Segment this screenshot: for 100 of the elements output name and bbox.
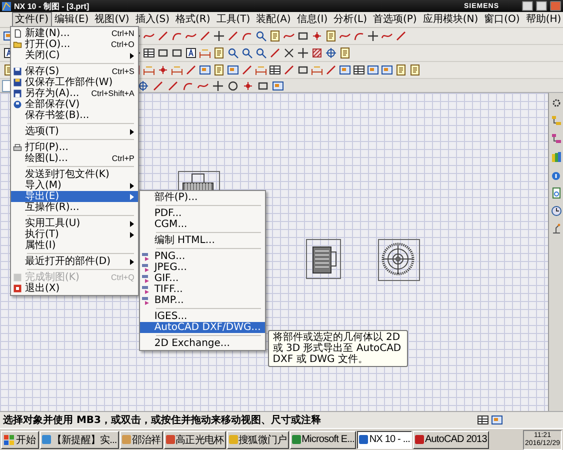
menu-item[interactable]: 保存(S) Ctrl+S [11,66,138,77]
menu-item[interactable]: 窗口(O) [481,12,523,27]
taskbar-button[interactable]: 邵治祥 [120,430,163,448]
document-icon[interactable] [550,187,562,199]
table-icon[interactable] [143,47,155,59]
menu-item[interactable]: PNG... [140,251,265,262]
view-icon[interactable] [227,64,239,76]
table-icon[interactable] [269,64,281,76]
view-icon[interactable] [381,64,393,76]
clock-icon[interactable] [550,205,562,217]
dimension-icon[interactable] [255,64,267,76]
menu-item[interactable]: AutoCAD DXF/DWG... [140,322,265,333]
menu-item[interactable]: 打印(P)... [11,142,138,153]
menu-item[interactable]: 装配(A) [253,12,294,27]
dimension-icon[interactable] [171,64,183,76]
cross-icon[interactable] [283,47,295,59]
menu-item[interactable]: BMP... [140,295,265,306]
plus-icon[interactable] [297,47,309,59]
note-icon[interactable] [213,64,225,76]
rectangle-icon[interactable] [171,47,183,59]
note-icon[interactable] [395,64,407,76]
view-icon[interactable] [199,64,211,76]
menu-item[interactable]: 信息(I) [294,12,331,27]
line-icon[interactable] [241,64,253,76]
arc-icon[interactable] [353,30,365,42]
crosshair-icon[interactable] [325,47,337,59]
point-icon[interactable] [157,64,169,76]
point-icon[interactable] [242,80,254,92]
note-icon[interactable] [213,47,225,59]
restore-button[interactable] [536,1,547,11]
hatch-icon[interactable] [311,47,323,59]
magnifier-icon[interactable] [255,30,267,42]
menu-item[interactable]: 2D Exchange... [140,338,265,349]
tree-icon[interactable] [550,133,562,145]
menu-item[interactable]: 绘图(L)... Ctrl+P [11,153,138,164]
view-icon[interactable] [272,80,284,92]
taskbar-button[interactable]: 搜狐微门户 [226,430,289,448]
line-icon[interactable] [185,64,197,76]
crosshair-icon[interactable] [137,80,149,92]
taskbar-button[interactable]: Microsoft E... [290,430,356,448]
menu-item[interactable]: 插入(S) [132,12,172,27]
view-icon[interactable] [367,64,379,76]
magnifier-icon[interactable] [255,47,267,59]
menu-item[interactable]: 新建(N)... Ctrl+N [11,28,138,39]
minimize-button[interactable] [522,1,533,11]
menu-item[interactable]: 文件(F) [12,12,52,27]
menu-item[interactable]: 编制 HTML... [140,235,265,246]
taskbar-button[interactable]: AutoCAD 2013 [412,430,489,448]
text-icon[interactable] [185,47,197,59]
menu-item[interactable]: PDF... [140,208,265,219]
plus-icon[interactable] [212,80,224,92]
menu-item[interactable]: 格式(R) [172,12,214,27]
menu-item[interactable]: 应用模块(N) [420,12,482,27]
rectangle-icon[interactable] [257,80,269,92]
menu-item[interactable]: GIF... [140,273,265,284]
menu-item[interactable]: 帮助(H) [522,12,563,27]
table-icon[interactable] [353,64,365,76]
arc-icon[interactable] [241,30,253,42]
menu-item[interactable]: IGES... [140,311,265,322]
menu-item[interactable]: 分析(L) [330,12,370,27]
line-icon[interactable] [227,30,239,42]
menu-item[interactable]: 工具(T) [213,12,254,27]
note-icon[interactable] [325,30,337,42]
line-icon[interactable] [199,30,211,42]
menu-item[interactable]: 关闭(C) [11,50,138,61]
magnifier-icon[interactable] [241,47,253,59]
line-icon[interactable] [269,47,281,59]
menu-item[interactable]: 另存为(A)... Ctrl+Shift+A [11,88,138,99]
view-icon[interactable] [491,414,503,426]
menu-item[interactable]: 实用工具(U) [11,218,138,229]
menu-item[interactable]: 首选项(P) [370,12,420,27]
note-icon[interactable] [269,30,281,42]
menu-item[interactable]: 导出(E) [11,191,138,202]
menu-item[interactable]: 执行(T) [11,229,138,240]
taskbar-button[interactable]: 高正光电杯 [164,430,226,448]
line-icon[interactable] [283,64,295,76]
menu-item[interactable]: 仅保存工作部件(W) [11,77,138,88]
menu-item[interactable]: 发送到打包文件(K) [11,169,138,180]
grid-icon[interactable] [477,414,489,426]
menu-item[interactable]: 最近打开的部件(D) [11,256,138,267]
start-button[interactable]: 开始 [1,430,39,448]
menu-item[interactable]: CGM... [140,219,265,230]
taskbar-button[interactable]: 【新提醒】实... [40,430,119,448]
view-icon[interactable] [339,64,351,76]
arc-icon[interactable] [171,30,183,42]
dimension-icon[interactable] [199,47,211,59]
rectangle-icon[interactable] [157,47,169,59]
line-icon[interactable] [152,80,164,92]
line-icon[interactable] [395,30,407,42]
menu-item[interactable]: 互操作(R)... [11,202,138,213]
menu-item[interactable]: 打开(O)... Ctrl+O [11,39,138,50]
books-icon[interactable] [550,151,562,163]
tree-icon[interactable] [550,115,562,127]
dimension-icon[interactable] [311,64,323,76]
plus-icon[interactable] [367,30,379,42]
note-icon[interactable] [409,64,421,76]
line-icon[interactable] [157,30,169,42]
taskbar-button[interactable]: NX 10 - ... [357,430,412,448]
rectangle-icon[interactable] [297,64,309,76]
menu-item[interactable]: 导入(M) [11,180,138,191]
